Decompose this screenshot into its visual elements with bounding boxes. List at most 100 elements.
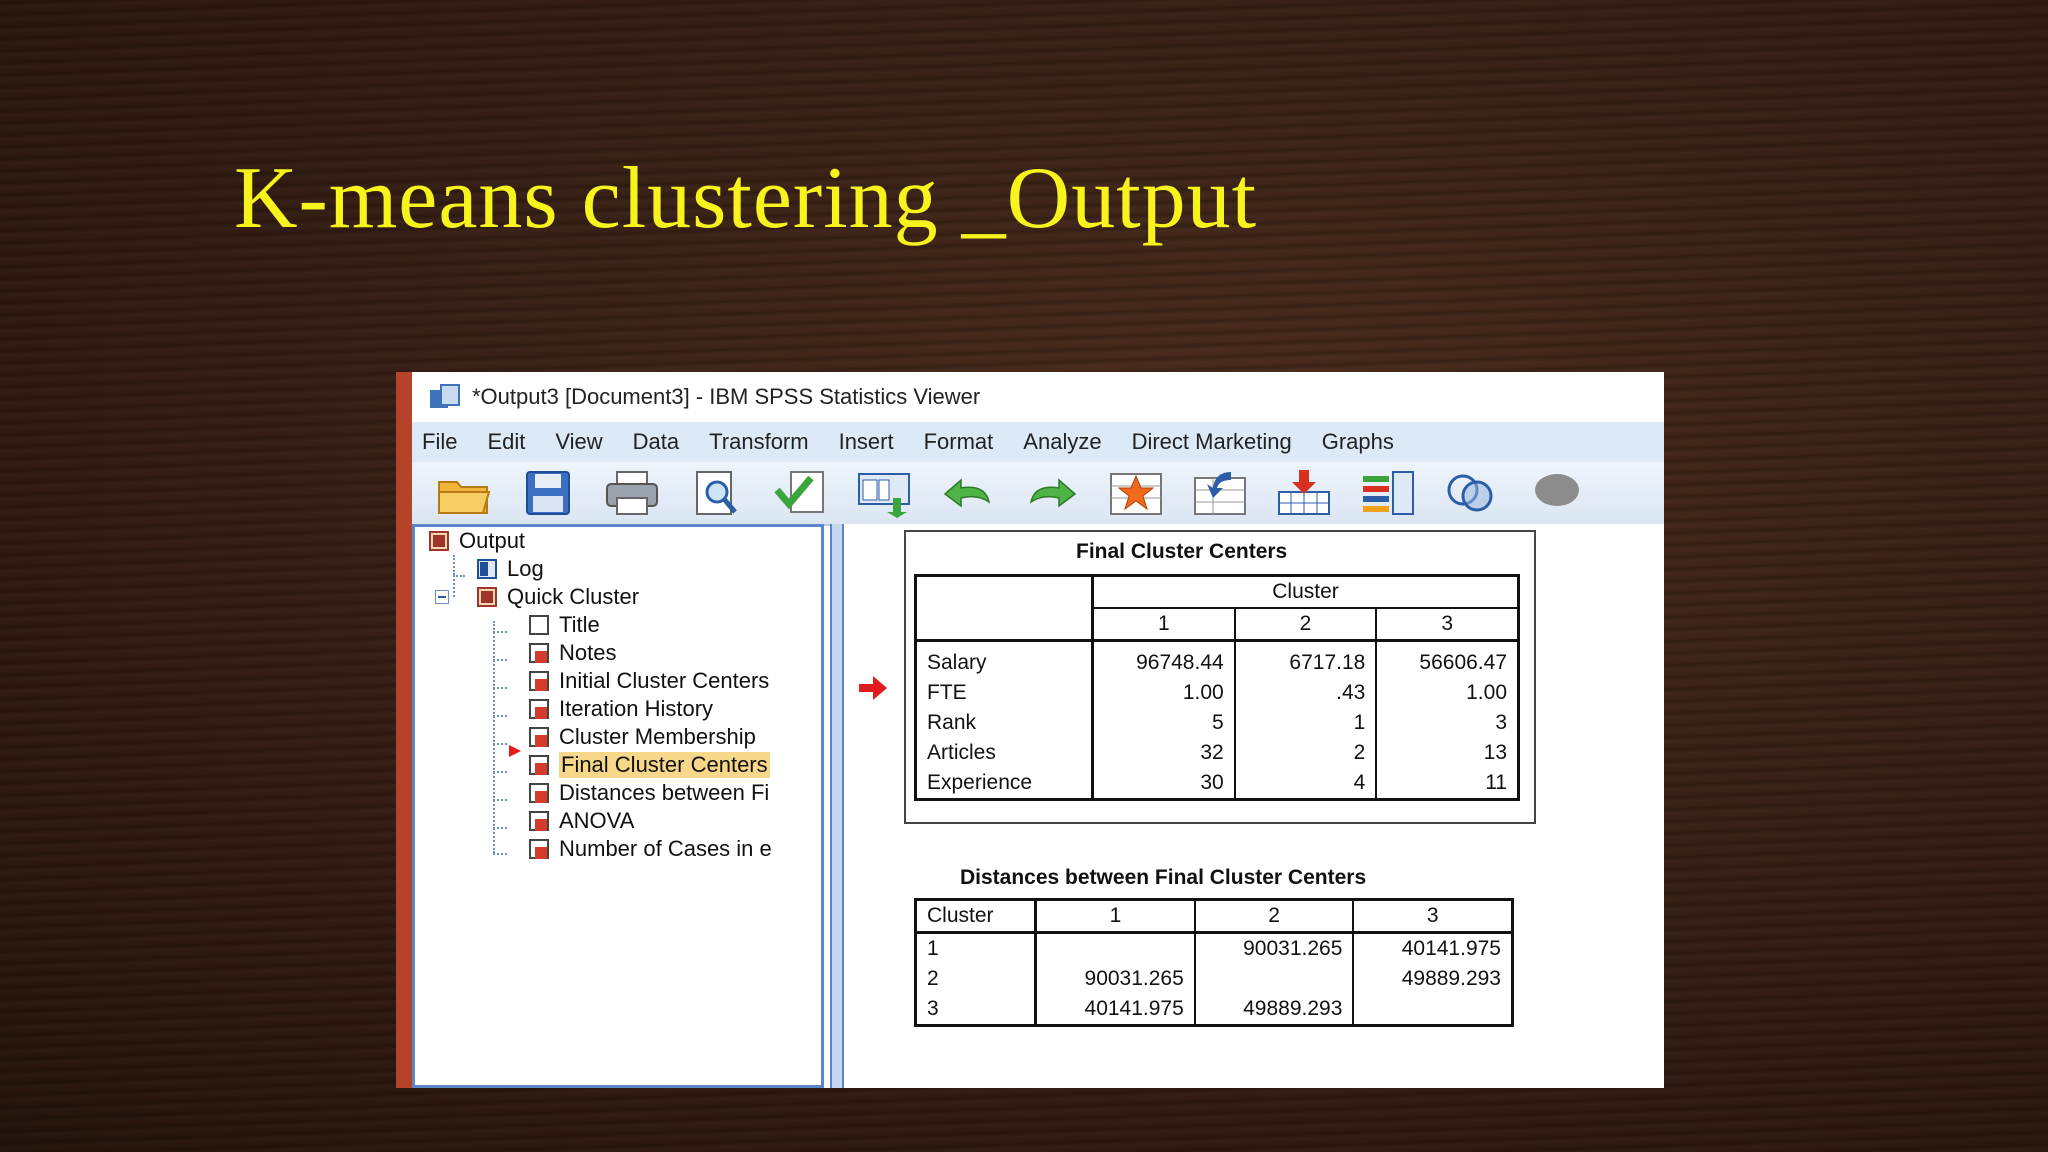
split-file-icon[interactable]	[1356, 467, 1420, 519]
open-icon[interactable]	[432, 467, 496, 519]
redo-icon[interactable]	[1020, 467, 1084, 519]
tree-connector	[493, 715, 507, 717]
cell-value: .43	[1234, 678, 1378, 708]
goto-case-icon[interactable]	[1188, 467, 1252, 519]
menu-file[interactable]: File	[422, 429, 457, 455]
table-page-icon	[527, 781, 551, 805]
tree-node-label: Distances between Fi	[559, 780, 770, 805]
tree-connector	[493, 743, 507, 745]
current-item-arrow-icon	[509, 745, 521, 757]
tree-connector	[493, 687, 507, 689]
tree-connector	[493, 631, 507, 633]
chat-icon[interactable]	[1524, 467, 1588, 519]
tree-connector	[493, 659, 507, 661]
save-icon[interactable]	[516, 467, 580, 519]
cell-value: 30	[1092, 768, 1236, 800]
spss-viewer-window: *Output3 [Document3] - IBM SPSS Statisti…	[396, 372, 1664, 1088]
menu-transform[interactable]: Transform	[709, 429, 808, 455]
cell-value: 1	[1234, 708, 1378, 738]
tree-node-final-cluster-centers[interactable]: Final Cluster Centers	[527, 751, 770, 779]
cell-value: 6717.18	[1234, 640, 1378, 678]
tree-node-distances[interactable]: Distances between Fi	[527, 779, 769, 807]
tree-node-quick-cluster[interactable]: Quick Cluster	[475, 583, 639, 611]
column-header: 2	[1234, 608, 1378, 641]
tree-node-cluster-membership[interactable]: Cluster Membership	[527, 723, 756, 751]
print-icon[interactable]	[600, 467, 664, 519]
tree-node-label: Log	[507, 556, 544, 581]
folder-book-icon	[475, 585, 499, 609]
column-header: 1	[1035, 899, 1196, 933]
tree-node-label: Number of Cases in e	[559, 836, 772, 861]
cluster-group-header: Cluster	[1092, 575, 1520, 609]
pane-splitter[interactable]	[830, 524, 844, 1088]
tree-node-label: Cluster Membership	[559, 724, 756, 749]
menu-graphs[interactable]: Graphs	[1322, 429, 1394, 455]
tree-connector	[493, 827, 507, 829]
menu-edit[interactable]: Edit	[487, 429, 525, 455]
table-row: Salary 96748.44 6717.18 56606.47	[913, 640, 1521, 678]
tree-node-title[interactable]: Title	[527, 611, 600, 639]
cell-value	[1194, 964, 1355, 994]
collapse-toggle-icon[interactable]	[435, 590, 449, 604]
cell-value: 3	[1376, 708, 1521, 738]
column-header: 2	[1194, 899, 1355, 933]
venn-icon[interactable]	[1440, 467, 1504, 519]
menu-data[interactable]: Data	[633, 429, 679, 455]
recall-dialog-icon[interactable]	[852, 467, 916, 519]
insert-variable-icon[interactable]	[1272, 467, 1336, 519]
table-page-icon	[527, 697, 551, 721]
outline-pane: Output Log Quick Cluster Title Notes Ini…	[412, 524, 824, 1088]
cell-value: 56606.47	[1376, 640, 1521, 678]
table-page-icon	[527, 753, 551, 777]
cell-value: 49889.293	[1353, 964, 1515, 994]
column-header: 1	[1092, 608, 1236, 641]
undo-icon[interactable]	[936, 467, 1000, 519]
final-cluster-centers-title: Final Cluster Centers	[1076, 540, 1288, 563]
table-row: FTE 1.00 .43 1.00	[913, 678, 1521, 708]
tree-node-label: Initial Cluster Centers	[559, 668, 770, 693]
row-label: FTE	[913, 678, 1095, 708]
cell-value	[1035, 932, 1196, 964]
export-icon[interactable]	[768, 467, 832, 519]
viewer-panes: Output Log Quick Cluster Title Notes Ini…	[412, 524, 1664, 1088]
tree-node-label: Title	[559, 612, 600, 637]
toolbar	[412, 462, 1664, 526]
tree-node-label: Output	[459, 528, 526, 553]
row-label: Rank	[913, 708, 1095, 738]
cell-value: 5	[1092, 708, 1236, 738]
distances-title: Distances between Final Cluster Centers	[960, 866, 1367, 889]
cell-value: 4	[1234, 768, 1378, 800]
log-icon	[475, 557, 499, 581]
final-cluster-centers-grid: Cluster 1 2 3 Salary 96748.44 6717.18 56…	[913, 574, 1521, 801]
cell-value: 2	[1234, 738, 1378, 768]
output-book-icon	[427, 529, 451, 553]
menu-view[interactable]: View	[555, 429, 602, 455]
menu-bar: File Edit View Data Transform Insert For…	[412, 422, 1664, 462]
cell-value: 1.00	[1092, 678, 1236, 708]
table-row: Articles 32 2 13	[913, 738, 1521, 768]
cell-value: 11	[1376, 768, 1521, 800]
cell-value: 13	[1376, 738, 1521, 768]
menu-format[interactable]: Format	[924, 429, 994, 455]
title-bar: *Output3 [Document3] - IBM SPSS Statisti…	[412, 372, 1664, 422]
table-row: 2 90031.265 49889.293	[913, 964, 1515, 994]
table-row: Rank 5 1 3	[913, 708, 1521, 738]
title-page-icon	[527, 613, 551, 637]
distances-table[interactable]: Cluster 1 2 3 1 90031.265 40141.975 2 90…	[913, 898, 1515, 1027]
goto-data-icon[interactable]	[1104, 467, 1168, 519]
notes-page-icon	[527, 641, 551, 665]
tree-node-number-of-cases[interactable]: Number of Cases in e	[527, 835, 772, 863]
tree-node-notes[interactable]: Notes	[527, 639, 616, 667]
cell-value: 96748.44	[1092, 640, 1236, 678]
menu-analyze[interactable]: Analyze	[1023, 429, 1101, 455]
print-preview-icon[interactable]	[684, 467, 748, 519]
menu-direct-marketing[interactable]: Direct Marketing	[1132, 429, 1292, 455]
tree-connector	[493, 853, 507, 855]
menu-insert[interactable]: Insert	[839, 429, 894, 455]
tree-node-iteration-history[interactable]: Iteration History	[527, 695, 713, 723]
tree-node-anova[interactable]: ANOVA	[527, 807, 634, 835]
tree-node-log[interactable]: Log	[475, 555, 544, 583]
tree-node-initial-cluster-centers[interactable]: Initial Cluster Centers	[527, 667, 769, 695]
tree-node-output[interactable]: Output	[427, 527, 525, 555]
table-row: 3 40141.975 49889.293	[913, 994, 1515, 1026]
